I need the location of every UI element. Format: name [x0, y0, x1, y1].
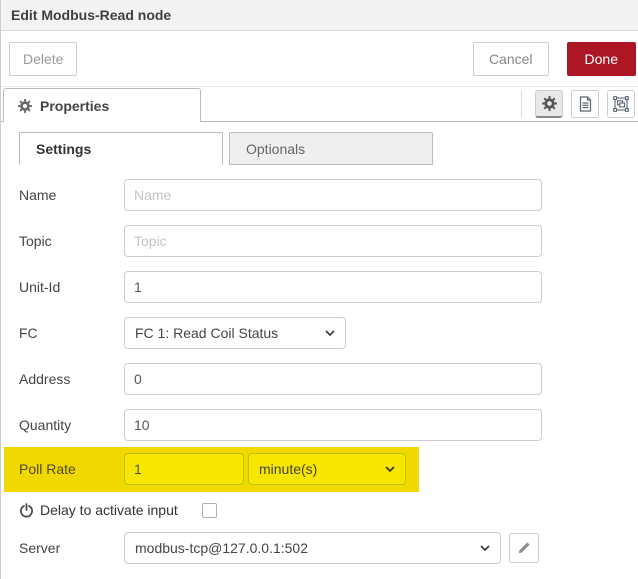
topic-row: Topic	[19, 225, 638, 257]
chevron-down-icon	[480, 545, 490, 551]
delay-row: Delay to activate input	[19, 502, 638, 518]
address-row: Address	[19, 363, 638, 395]
name-row: Name	[19, 179, 638, 211]
quantity-row: Quantity	[19, 409, 638, 441]
cancel-button[interactable]: Cancel	[472, 41, 549, 76]
poll-rate-input[interactable]	[124, 453, 244, 485]
tab-properties[interactable]: Properties	[3, 88, 201, 122]
gear-icon	[18, 98, 32, 113]
dialog-header: Edit Modbus-Read node	[1, 0, 638, 31]
toolbar-right: Cancel Done	[472, 41, 636, 76]
dialog-toolbar: Delete Cancel Done	[1, 31, 638, 87]
server-select[interactable]: modbus-tcp@127.0.0.1:502	[124, 532, 501, 564]
tab-optionals[interactable]: Optionals	[229, 132, 433, 165]
unit-id-row: Unit-Id	[19, 271, 638, 303]
properties-icon-button[interactable]	[535, 90, 563, 118]
server-select-value: modbus-tcp@127.0.0.1:502	[135, 540, 308, 556]
poll-rate-unit-select[interactable]: minute(s)	[248, 453, 406, 485]
server-label: Server	[19, 540, 61, 556]
chevron-down-icon	[385, 466, 395, 472]
dialog-title: Edit Modbus-Read node	[11, 7, 172, 23]
poll-rate-label: Poll Rate	[19, 461, 76, 477]
pencil-icon	[517, 541, 531, 555]
chevron-down-icon	[325, 330, 335, 336]
done-button[interactable]: Done	[566, 41, 636, 76]
power-icon	[19, 502, 34, 518]
tab-settings-label: Settings	[36, 140, 92, 157]
properties-form: Settings Optionals Name Topic Unit-Id FC…	[1, 122, 638, 564]
editor-type-buttons	[521, 90, 638, 121]
fc-select-value: FC 1: Read Coil Status	[135, 325, 279, 341]
edit-node-dialog: Edit Modbus-Read node Delete Cancel Done	[0, 0, 638, 579]
quantity-input[interactable]	[124, 409, 542, 441]
tab-settings[interactable]: Settings	[19, 132, 223, 165]
gear-icon	[541, 96, 557, 111]
unit-id-label: Unit-Id	[19, 279, 61, 295]
address-label: Address	[19, 371, 71, 387]
delay-checkbox[interactable]	[201, 502, 217, 518]
tabbar-separator	[521, 91, 522, 117]
settings-subtabs: Settings Optionals	[19, 132, 638, 165]
tab-properties-label: Properties	[40, 97, 110, 114]
tab-optionals-label: Optionals	[246, 140, 306, 157]
name-input[interactable]	[124, 179, 542, 211]
fc-row: FC FC 1: Read Coil Status	[19, 317, 638, 349]
file-text-icon	[578, 96, 593, 112]
topic-input[interactable]	[124, 225, 542, 257]
address-input[interactable]	[124, 363, 542, 395]
object-group-icon	[613, 96, 629, 112]
topic-label: Topic	[19, 233, 52, 249]
delay-label: Delay to activate input	[40, 502, 178, 518]
delete-button[interactable]: Delete	[9, 41, 78, 76]
fc-select[interactable]: FC 1: Read Coil Status	[124, 317, 346, 349]
poll-rate-row-highlighted: Poll Rate minute(s)	[4, 447, 419, 492]
fc-label: FC	[19, 325, 38, 341]
editor-tabbar: Properties	[1, 87, 638, 122]
unit-id-input[interactable]	[124, 271, 542, 303]
poll-rate-unit-value: minute(s)	[259, 461, 318, 477]
server-row: Server modbus-tcp@127.0.0.1:502	[19, 532, 638, 564]
description-icon-button[interactable]	[571, 90, 599, 118]
quantity-label: Quantity	[19, 417, 72, 433]
appearance-icon-button[interactable]	[607, 90, 635, 118]
edit-server-button[interactable]	[509, 533, 539, 563]
name-label: Name	[19, 187, 57, 203]
